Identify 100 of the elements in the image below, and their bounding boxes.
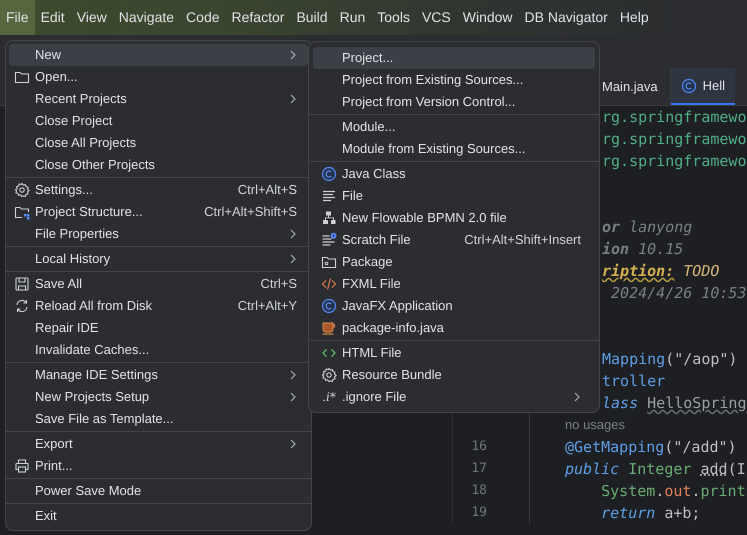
menu-item[interactable]: Export xyxy=(9,433,308,455)
menu-item[interactable]: Package xyxy=(313,251,595,273)
code-line: return a+b; xyxy=(600,502,700,524)
shortcut-label: Ctrl+Alt+Shift+Insert xyxy=(464,231,581,250)
menu-item[interactable]: Scratch File Ctrl+Alt+Shift+Insert xyxy=(313,229,595,251)
code-line: troller xyxy=(602,370,666,392)
menu-item[interactable]: Close Other Projects xyxy=(9,154,308,176)
code-line: rg.springframewo xyxy=(602,150,746,172)
class-icon xyxy=(680,78,697,94)
menu-bar-item[interactable]: Navigate xyxy=(112,0,180,35)
class-icon xyxy=(321,166,337,182)
menu-bar-item[interactable]: View xyxy=(70,0,113,35)
shortcut-label: Ctrl+Alt+Shift+S xyxy=(204,203,297,222)
menu-bar-item[interactable]: Edit xyxy=(34,0,71,35)
menu-item[interactable]: Power Save Mode xyxy=(9,480,308,502)
menu-item[interactable]: Java Class xyxy=(313,163,595,185)
printer-icon xyxy=(14,458,30,474)
class-icon xyxy=(321,298,337,314)
menu-item[interactable]: package-info.java xyxy=(313,317,595,339)
menu-bar-item[interactable]: File xyxy=(0,0,35,35)
code-line: System.out.print xyxy=(600,480,746,502)
line-number: 18 xyxy=(471,482,487,500)
shortcut-label: Ctrl+Alt+Y xyxy=(238,297,297,316)
menu-item[interactable]: Project from Existing Sources... xyxy=(313,69,595,91)
chevron-right-icon xyxy=(289,392,297,402)
menu-item[interactable]: Manage IDE Settings xyxy=(9,364,308,386)
menu-item[interactable]: Recent Projects xyxy=(9,88,308,110)
menu-item[interactable]: Local History xyxy=(9,248,308,270)
menu-bar-item[interactable]: Help xyxy=(614,0,655,35)
menu-item[interactable]: Close Project xyxy=(9,110,308,132)
text-file-icon xyxy=(321,188,337,204)
code-line: lass HelloSpring xyxy=(602,392,746,414)
usage-hint: no usages xyxy=(565,416,625,434)
code-line: public Integer add(I xyxy=(565,458,746,480)
menu-item[interactable]: Invalidate Caches... xyxy=(9,339,308,361)
menu-item[interactable]: Print... xyxy=(9,455,308,477)
menu-item[interactable]: New Projects Setup xyxy=(9,386,308,408)
editor-tab[interactable]: Hell xyxy=(670,68,736,105)
scratch-file-icon xyxy=(321,232,337,248)
chevron-right-icon xyxy=(289,370,297,380)
ignore-icon: .i* xyxy=(322,388,336,406)
menu-item[interactable]: .i* .ignore File xyxy=(313,386,595,408)
menu-item[interactable]: Module... xyxy=(313,116,595,138)
shortcut-label: Ctrl+Alt+S xyxy=(238,181,297,200)
menu-item[interactable]: Save All Ctrl+S xyxy=(9,273,308,295)
menu-item[interactable]: Save File as Template... xyxy=(9,408,308,430)
menu-item[interactable]: FXML File xyxy=(313,273,595,295)
flowchart-icon xyxy=(321,210,337,226)
menu-item[interactable]: File xyxy=(313,185,595,207)
chevron-right-icon xyxy=(573,392,581,402)
code-line: or lanyong xyxy=(602,216,692,238)
menu-bar-item[interactable]: Build xyxy=(290,0,334,35)
menu-bar-item[interactable]: Tools xyxy=(371,0,416,35)
menu-item[interactable]: Exit xyxy=(9,505,308,527)
menu-item[interactable]: Project Structure... Ctrl+Alt+Shift+S xyxy=(9,201,308,223)
chevron-right-icon xyxy=(289,439,297,449)
menu-item[interactable]: Module from Existing Sources... xyxy=(313,138,595,160)
menu-bar-item[interactable]: Run xyxy=(334,0,372,35)
menu-item[interactable]: JavaFX Application xyxy=(313,295,595,317)
save-icon xyxy=(14,276,30,292)
code-line: rg.springframewo xyxy=(602,128,746,150)
folder-icon xyxy=(14,69,30,85)
code-line: @GetMapping("/add") xyxy=(565,436,737,458)
chevron-right-icon xyxy=(289,94,297,104)
folder-icon xyxy=(321,254,337,270)
code-line: rg.springframewo xyxy=(602,106,746,128)
menu-item[interactable]: New Flowable BPMN 2.0 file xyxy=(313,207,595,229)
cup-icon xyxy=(321,320,337,336)
code-line: ion 10.15 xyxy=(602,238,684,260)
settings-icon xyxy=(14,182,30,198)
folder-icon xyxy=(14,204,30,220)
menu-bar-item[interactable]: DB Navigator xyxy=(518,0,614,35)
chevron-right-icon xyxy=(289,254,297,264)
code-line: ription: TODO xyxy=(602,260,720,282)
menu-item[interactable]: Repair IDE xyxy=(9,317,308,339)
menu-bar-item[interactable]: Code xyxy=(180,0,226,35)
shortcut-label: Ctrl+S xyxy=(260,275,297,294)
menu-item[interactable]: HTML File xyxy=(313,342,595,364)
menu-item[interactable]: Settings... Ctrl+Alt+S xyxy=(9,179,308,201)
menu-item[interactable]: Close All Projects xyxy=(9,132,308,154)
menu-item[interactable]: File Properties xyxy=(9,223,308,245)
line-number: 17 xyxy=(471,460,487,478)
code-line: Mapping("/aop") xyxy=(602,348,738,370)
menu-item[interactable]: Resource Bundle xyxy=(313,364,595,386)
menu-bar-item[interactable]: Window xyxy=(456,0,519,35)
menu-bar-item[interactable]: VCS xyxy=(416,0,457,35)
menu-item[interactable]: Project... xyxy=(313,47,595,69)
refresh-icon xyxy=(14,298,30,314)
code-line: 2024/4/26 10:53 xyxy=(610,282,746,304)
menu-item[interactable]: Project from Version Control... xyxy=(313,91,595,113)
menu-item[interactable]: Reload All from Disk Ctrl+Alt+Y xyxy=(9,295,308,317)
code-tag-icon xyxy=(321,276,337,292)
menu-item[interactable]: Open... xyxy=(9,66,308,88)
line-number: 19 xyxy=(471,504,487,522)
menu-item[interactable]: New xyxy=(9,44,308,66)
menu-bar-item[interactable]: Refactor xyxy=(226,0,290,35)
settings-icon xyxy=(321,367,337,383)
chevron-right-icon xyxy=(289,50,297,60)
line-number: 16 xyxy=(471,438,487,456)
chevron-right-icon xyxy=(289,229,297,239)
